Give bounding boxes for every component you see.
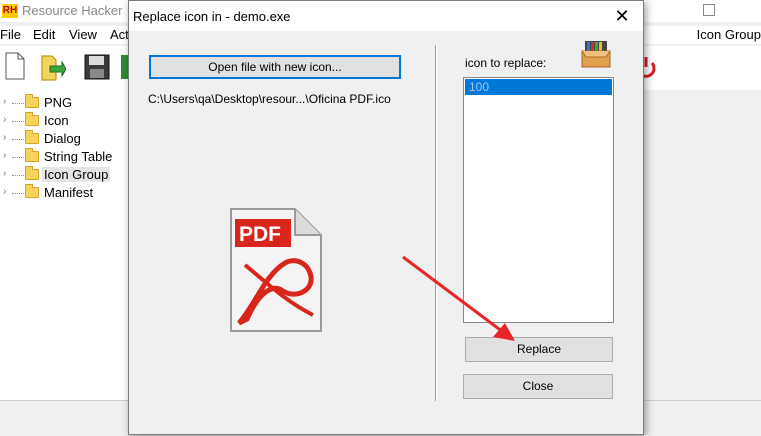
folder-icon — [25, 130, 39, 144]
chevron-right-icon[interactable]: › — [3, 186, 6, 197]
icon-list-label: icon to replace: — [465, 56, 547, 70]
open-file-button-label: Open file with new icon... — [208, 60, 342, 74]
save-icon[interactable] — [84, 54, 110, 80]
new-file-icon[interactable] — [4, 52, 26, 80]
app-title: Resource Hacker — [22, 3, 123, 18]
maximize-icon[interactable] — [703, 4, 715, 16]
chevron-right-icon[interactable]: › — [3, 132, 6, 143]
menu-edit[interactable]: Edit — [33, 27, 55, 42]
resource-type-label: Icon Group — [696, 27, 761, 42]
tree-connector — [12, 193, 24, 194]
tree-item-dialog[interactable]: › Dialog — [0, 130, 128, 148]
chevron-right-icon[interactable]: › — [3, 168, 6, 179]
tree-item-icon[interactable]: › Icon — [0, 112, 128, 130]
tree-connector — [12, 139, 24, 140]
menu-action[interactable]: Act — [110, 27, 129, 42]
menu-view[interactable]: View — [69, 27, 97, 42]
chevron-right-icon[interactable]: › — [3, 96, 6, 107]
tree-connector — [12, 157, 24, 158]
tree-item-label: String Table — [44, 149, 113, 164]
icon-list-item[interactable]: 100 — [465, 79, 612, 95]
app-logo-icon: RH — [2, 4, 18, 18]
menu-file[interactable]: File — [0, 27, 21, 42]
tree-item-png[interactable]: › PNG — [0, 94, 128, 112]
tree-item-label: Manifest — [44, 185, 94, 200]
tree-connector — [12, 103, 24, 104]
pdf-file-icon: PDF — [230, 208, 322, 332]
resource-box-icon — [581, 41, 611, 68]
close-icon[interactable]: ✕ — [611, 5, 633, 27]
dialog-title: Replace icon in - demo.exe — [133, 9, 291, 24]
resource-tree: › PNG › Icon › Dialog › String Table › I… — [0, 90, 128, 400]
close-button[interactable]: Close — [463, 374, 613, 399]
tree-item-label: Dialog — [44, 131, 81, 146]
open-file-button[interactable]: Open file with new icon... — [149, 55, 401, 79]
tree-item-label: PNG — [44, 95, 73, 110]
icon-list-item-label: 100 — [469, 80, 490, 94]
pdf-preview-text: PDF — [239, 223, 281, 246]
close-button-label: Close — [522, 379, 554, 393]
file-path-label: C:\Users\qa\Desktop\resour...\Oficina PD… — [148, 92, 391, 106]
tree-item-string-table[interactable]: › String Table — [0, 148, 128, 166]
tree-item-icon-group[interactable]: › Icon Group — [0, 166, 128, 184]
folder-icon — [25, 166, 39, 180]
tree-connector — [12, 121, 24, 122]
replace-icon-dialog: Replace icon in - demo.exe ✕ Open file w… — [128, 0, 644, 435]
tree-item-label: Icon — [44, 113, 69, 128]
dialog-titlebar: Replace icon in - demo.exe ✕ — [129, 1, 643, 31]
annotation-arrow — [402, 255, 515, 341]
folder-icon — [25, 112, 39, 126]
tree-connector — [12, 175, 24, 176]
tree-item-manifest[interactable]: › Manifest — [0, 184, 128, 202]
folder-icon — [25, 148, 39, 162]
tree-item-label: Icon Group — [42, 167, 111, 182]
chevron-right-icon[interactable]: › — [3, 114, 6, 125]
chevron-right-icon[interactable]: › — [3, 150, 6, 161]
open-file-icon[interactable] — [40, 52, 66, 82]
folder-icon — [25, 184, 39, 198]
folder-icon — [25, 94, 39, 108]
